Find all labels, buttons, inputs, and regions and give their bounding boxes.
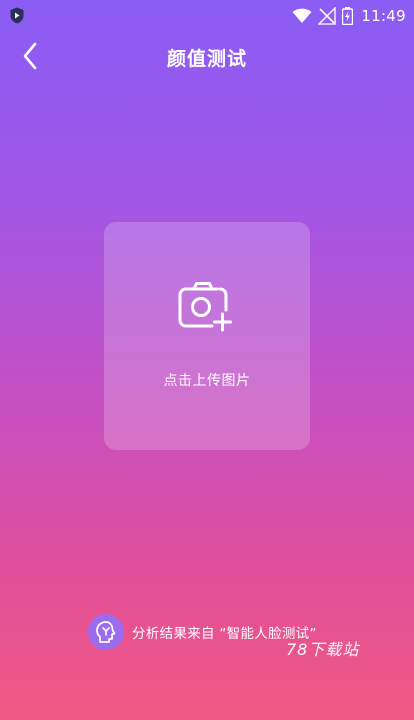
upload-image-button[interactable]: 点击上传图片 — [104, 222, 310, 450]
status-time: 11:49 — [361, 7, 406, 25]
status-icons: 11:49 — [292, 5, 406, 27]
app-screen: 11:49 颜值测试 点击上传图片 分析结果来自 “智能人脸测试” 78下载站 — [0, 0, 414, 720]
header: 颜值测试 — [0, 36, 414, 80]
watermark: 78下载站 — [286, 640, 360, 659]
battery-icon — [342, 7, 354, 25]
camera-plus-icon — [178, 280, 234, 334]
wifi-icon — [292, 8, 312, 24]
page-title: 颜值测试 — [166, 48, 247, 70]
shield-icon — [10, 7, 24, 24]
no-signal-icon — [318, 7, 337, 25]
ai-brain-icon — [88, 614, 124, 650]
status-bar: 11:49 — [0, 0, 414, 32]
upload-label: 点击上传图片 — [163, 373, 251, 389]
analysis-source-note: 分析结果来自 “智能人脸测试” — [88, 612, 317, 652]
